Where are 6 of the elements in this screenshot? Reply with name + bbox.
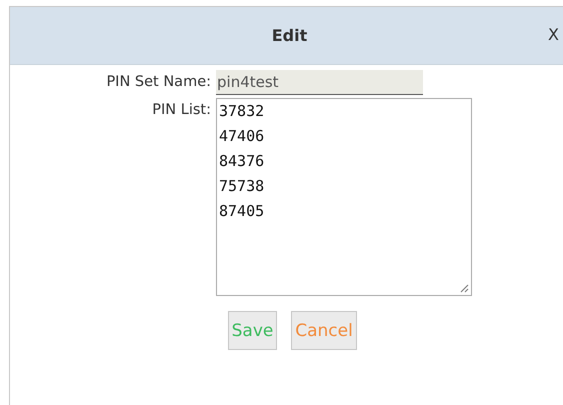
dialog-title: Edit — [272, 26, 308, 45]
close-button[interactable]: X — [548, 25, 559, 44]
field-label: PIN Set Name: — [105, 73, 211, 92]
field-label: PIN List: — [151, 101, 211, 120]
pin-list-field[interactable]: 37832 47406 84376 75738 87405 — [216, 98, 472, 296]
resize-grip-icon[interactable] — [460, 284, 469, 293]
